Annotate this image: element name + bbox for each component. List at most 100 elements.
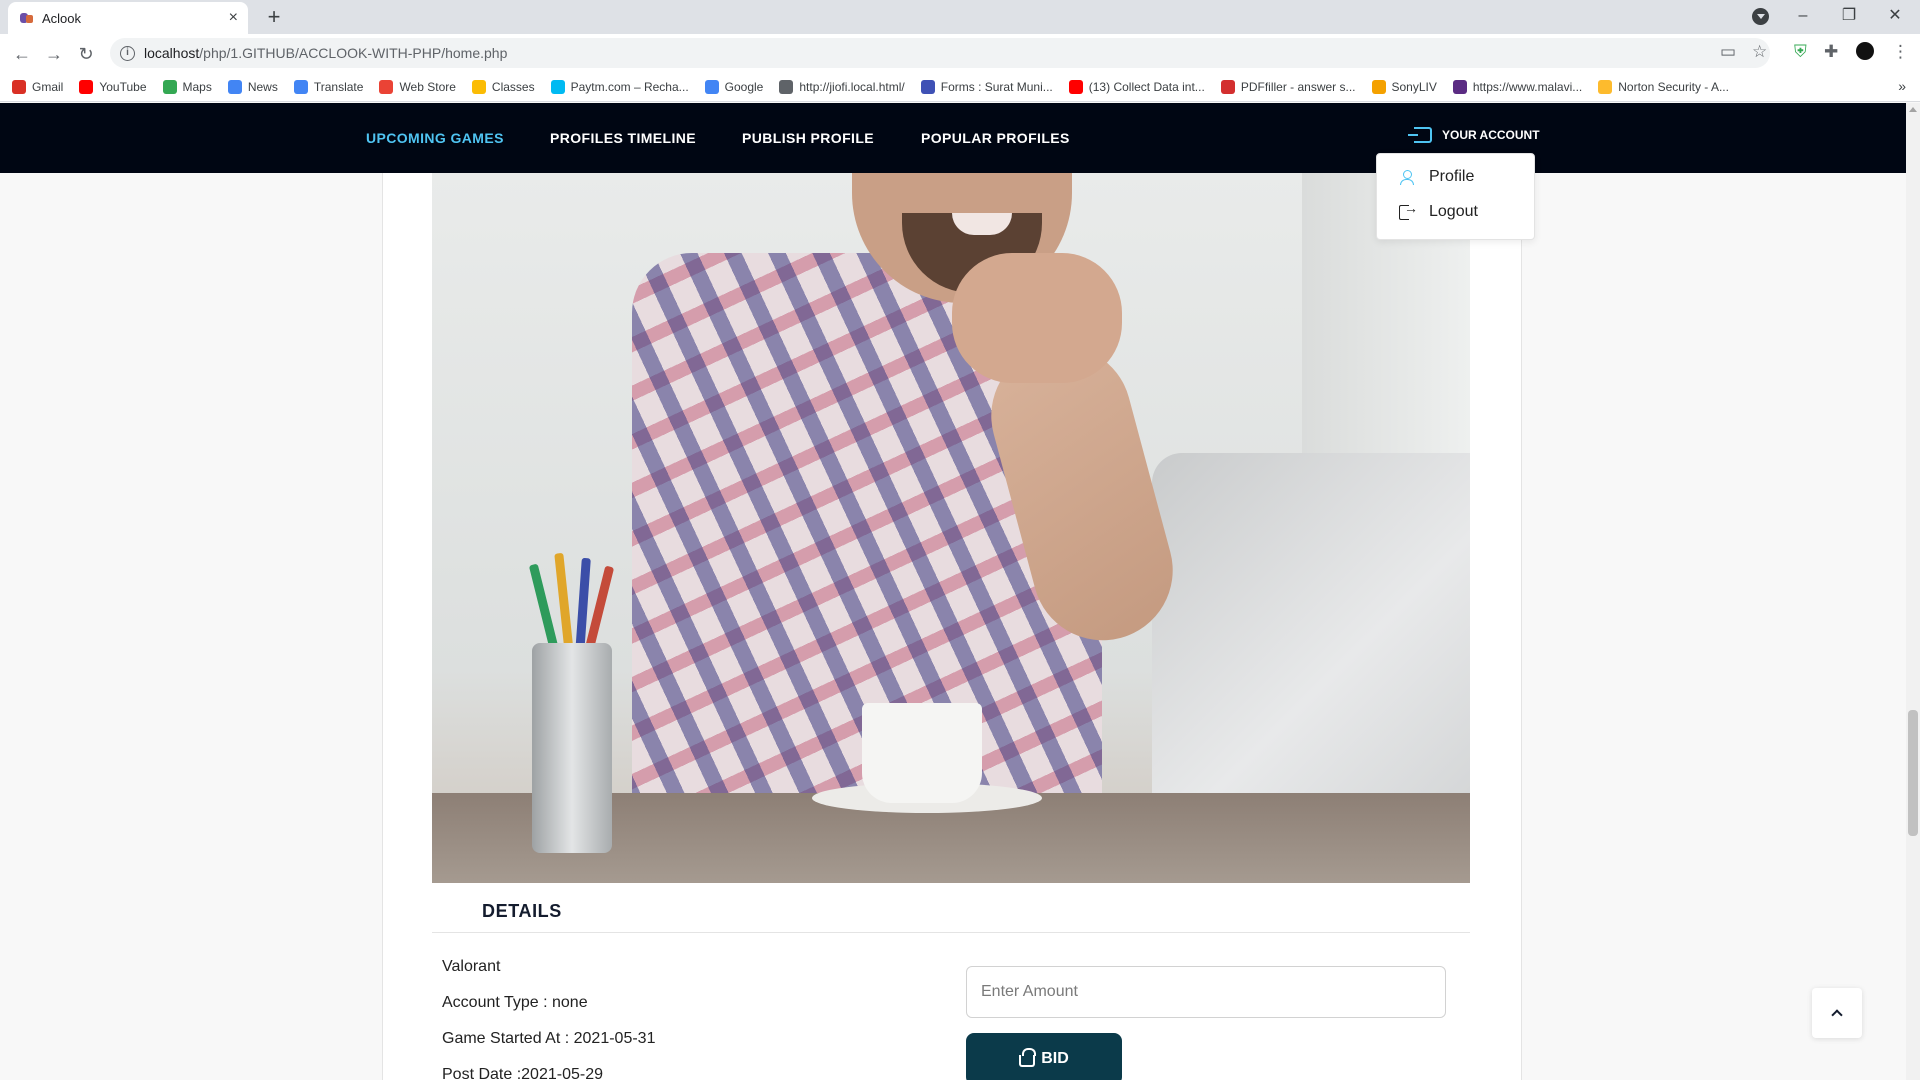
bookmark-item[interactable]: (13) Collect Data int...	[1068, 79, 1205, 94]
bookmark-item[interactable]: Gmail	[12, 79, 64, 94]
bookmark-label: Forms : Surat Muni...	[940, 79, 1053, 94]
reload-icon[interactable]: ↻	[72, 40, 100, 68]
new-tab-button[interactable]: +	[260, 4, 288, 30]
bookmark-item[interactable]: Web Store	[379, 79, 456, 94]
bookmark-favicon-icon	[293, 79, 308, 94]
bookmark-star-icon[interactable]: ☆	[1752, 42, 1767, 62]
your-account-label: YOUR ACCOUNT	[1442, 128, 1540, 142]
bookmark-label: https://www.malavi...	[1472, 79, 1583, 94]
amount-input[interactable]	[966, 966, 1446, 1018]
details-header: DETAILS	[432, 883, 1470, 933]
bookmark-favicon-icon	[779, 79, 794, 94]
scroll-up-arrow-icon[interactable]	[1909, 107, 1917, 112]
browser-tab[interactable]: Aclook ×	[8, 2, 248, 34]
bookmark-favicon-icon	[227, 79, 242, 94]
bookmark-favicon-icon	[471, 79, 486, 94]
bookmark-item[interactable]: Translate	[293, 79, 364, 94]
bookmark-favicon-icon	[704, 79, 719, 94]
bookmark-label: Web Store	[399, 79, 456, 94]
nav-popular-profiles[interactable]: POPULAR PROFILES	[921, 130, 1070, 146]
extensions-puzzle-icon[interactable]: ✚	[1824, 42, 1838, 62]
account-dropdown: Profile Logout	[1376, 153, 1535, 240]
bookmark-favicon-icon	[1220, 79, 1235, 94]
bookmark-favicon-icon	[550, 79, 565, 94]
site-info-icon[interactable]: i	[120, 45, 135, 61]
bookmark-item[interactable]: Norton Security - A...	[1598, 79, 1729, 94]
bookmark-label: Gmail	[32, 79, 64, 94]
laptop-illustration	[1152, 453, 1470, 803]
forward-icon[interactable]: →	[40, 40, 68, 68]
bookmark-label: Norton Security - A...	[1618, 79, 1729, 94]
bookmark-item[interactable]: Google	[704, 79, 764, 94]
close-tab-icon[interactable]: ×	[229, 9, 238, 27]
user-icon	[1399, 169, 1415, 185]
bookmark-favicon-icon	[12, 79, 26, 94]
scrollbar-thumb[interactable]	[1908, 710, 1918, 836]
basket-icon	[1019, 1048, 1037, 1067]
bookmarks-bar: Gmail YouTube Maps News Translate Web Store Cl…	[0, 72, 1920, 102]
bid-button[interactable]: BID	[966, 1033, 1122, 1080]
bookmarks-overflow-button[interactable]: »	[1898, 78, 1906, 94]
menu-kebab-icon[interactable]: ⋮	[1892, 42, 1909, 62]
details-title: DETAILS	[482, 901, 562, 921]
login-icon	[1408, 127, 1432, 143]
game-started-date: Game Started At : 2021-05-31	[442, 1030, 656, 1047]
bookmark-label: (13) Collect Data int...	[1088, 79, 1205, 94]
your-account-button[interactable]: YOUR ACCOUNT	[1408, 127, 1540, 143]
bookmark-item[interactable]: Maps	[162, 79, 212, 94]
bookmark-item[interactable]: Classes	[471, 79, 535, 94]
page-viewport: DETAILS Valorant Account Type : none Gam…	[0, 103, 1906, 1080]
bookmark-label: Translate	[313, 79, 364, 94]
restore-button[interactable]: ❐	[1826, 0, 1872, 34]
site-favicon-icon	[18, 10, 34, 26]
bookmark-favicon-icon	[162, 79, 177, 94]
extension-shield-icon[interactable]: ⛨	[1794, 42, 1807, 62]
logout-icon	[1399, 200, 1418, 220]
bookmark-label: http://jiofi.local.html/	[799, 79, 905, 94]
game-name: Valorant	[442, 958, 501, 975]
address-bar[interactable]: i localhost/php/1.GITHUB/ACCLOOK-WITH-PH…	[110, 38, 1770, 68]
browser-tab-bar: Aclook × + – ❐ ✕	[0, 0, 1920, 34]
bookmark-favicon-icon	[1068, 79, 1083, 94]
menu-item-logout[interactable]: Logout	[1399, 200, 1478, 221]
account-type: Account Type : none	[442, 994, 588, 1011]
bookmark-favicon-icon	[1598, 79, 1613, 94]
scroll-to-top-button[interactable]	[1812, 988, 1862, 1038]
nav-publish-profile[interactable]: PUBLISH PROFILE	[742, 130, 874, 146]
bookmark-item[interactable]: Paytm.com – Recha...	[550, 79, 689, 94]
user-avatar[interactable]	[1856, 42, 1874, 60]
bookmark-label: Paytm.com – Recha...	[570, 79, 689, 94]
bookmark-favicon-icon	[1452, 79, 1467, 94]
url-text: localhost/php/1.GITHUB/ACCLOOK-WITH-PHP/…	[144, 45, 508, 61]
bookmark-label: PDFfiller - answer s...	[1240, 79, 1356, 94]
install-app-icon[interactable]: ▭	[1720, 42, 1736, 62]
page-scrollbar[interactable]	[1906, 103, 1920, 1080]
bookmark-label: YouTube	[99, 79, 147, 94]
minimize-button[interactable]: –	[1780, 0, 1826, 34]
menu-item-logout-label: Logout	[1429, 203, 1478, 220]
bookmark-item[interactable]: SonyLIV	[1371, 79, 1437, 94]
bookmark-item[interactable]: Forms : Surat Muni...	[920, 79, 1053, 94]
tab-title: Aclook	[42, 10, 82, 26]
bookmark-favicon-icon	[920, 79, 935, 94]
menu-item-profile[interactable]: Profile	[1399, 168, 1474, 186]
bookmark-favicon-icon	[79, 79, 94, 94]
bookmark-item[interactable]: https://www.malavi...	[1452, 79, 1583, 94]
bookmark-favicon-icon	[379, 79, 394, 94]
nav-upcoming-games[interactable]: UPCOMING GAMES	[366, 130, 504, 146]
bookmark-item[interactable]: http://jiofi.local.html/	[779, 79, 905, 94]
tab-search-icon[interactable]	[1752, 8, 1769, 25]
bookmark-label: Classes	[491, 79, 535, 94]
bookmark-item[interactable]: YouTube	[79, 79, 147, 94]
bookmark-label: News	[247, 79, 278, 94]
bookmark-item[interactable]: News	[227, 79, 278, 94]
chevron-up-icon	[1831, 1009, 1843, 1021]
nav-profiles-timeline[interactable]: PROFILES TIMELINE	[550, 130, 696, 146]
bookmark-favicon-icon	[1371, 79, 1386, 94]
bookmark-item[interactable]: PDFfiller - answer s...	[1220, 79, 1356, 94]
back-icon[interactable]: ←	[8, 40, 36, 68]
site-navbar: UPCOMING GAMES PROFILES TIMELINE PUBLISH…	[0, 103, 1906, 173]
close-window-button[interactable]: ✕	[1872, 0, 1918, 34]
bookmark-label: SonyLIV	[1391, 79, 1437, 94]
bookmark-label: Google	[724, 79, 764, 94]
